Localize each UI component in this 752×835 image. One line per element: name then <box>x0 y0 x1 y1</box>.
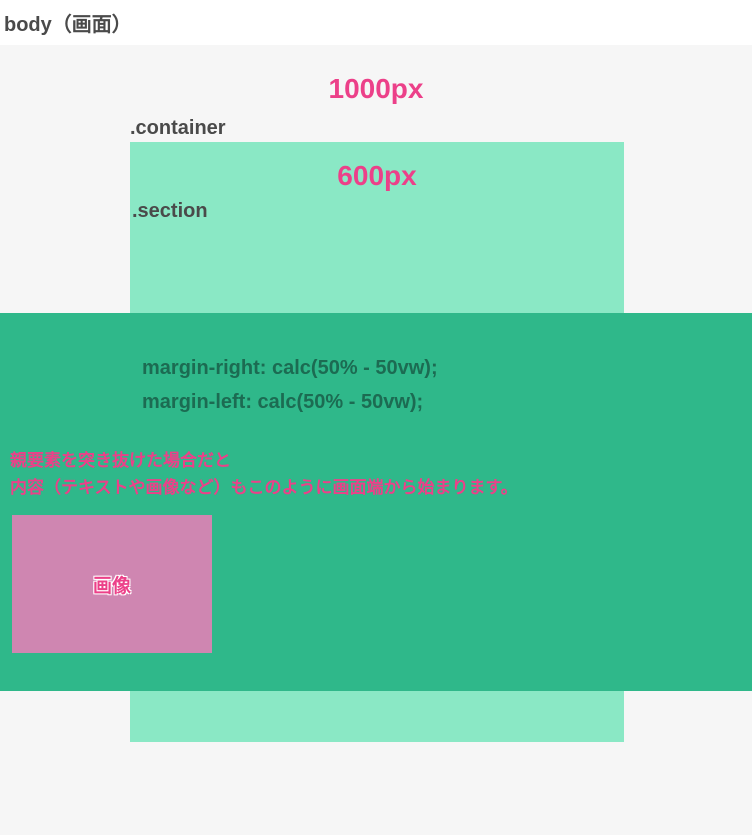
note-line-2: 内容（テキストや画像など）もこのように画面端から始まります。 <box>10 474 752 501</box>
note-line-1: 親要素を突き抜けた場合だと <box>10 447 752 474</box>
body-label: body（画面） <box>0 0 752 45</box>
section-label: .section <box>130 200 624 223</box>
image-label: 画像 <box>93 571 131 598</box>
code-line-margin-right: margin-right: calc(50% - 50vw); <box>142 351 752 385</box>
section-box: margin-right: calc(50% - 50vw); margin-l… <box>0 313 752 691</box>
image-placeholder: 画像 <box>12 515 212 653</box>
body-area: 1000px .container 600px .section margin-… <box>0 45 752 835</box>
note-text: 親要素を突き抜けた場合だと 内容（テキストや画像など）もこのように画面端から始ま… <box>10 447 752 501</box>
width-label-600: 600px <box>130 142 624 200</box>
width-label-1000: 1000px <box>0 45 752 117</box>
code-line-margin-left: margin-left: calc(50% - 50vw); <box>142 385 752 419</box>
container-label: .container <box>130 117 752 140</box>
